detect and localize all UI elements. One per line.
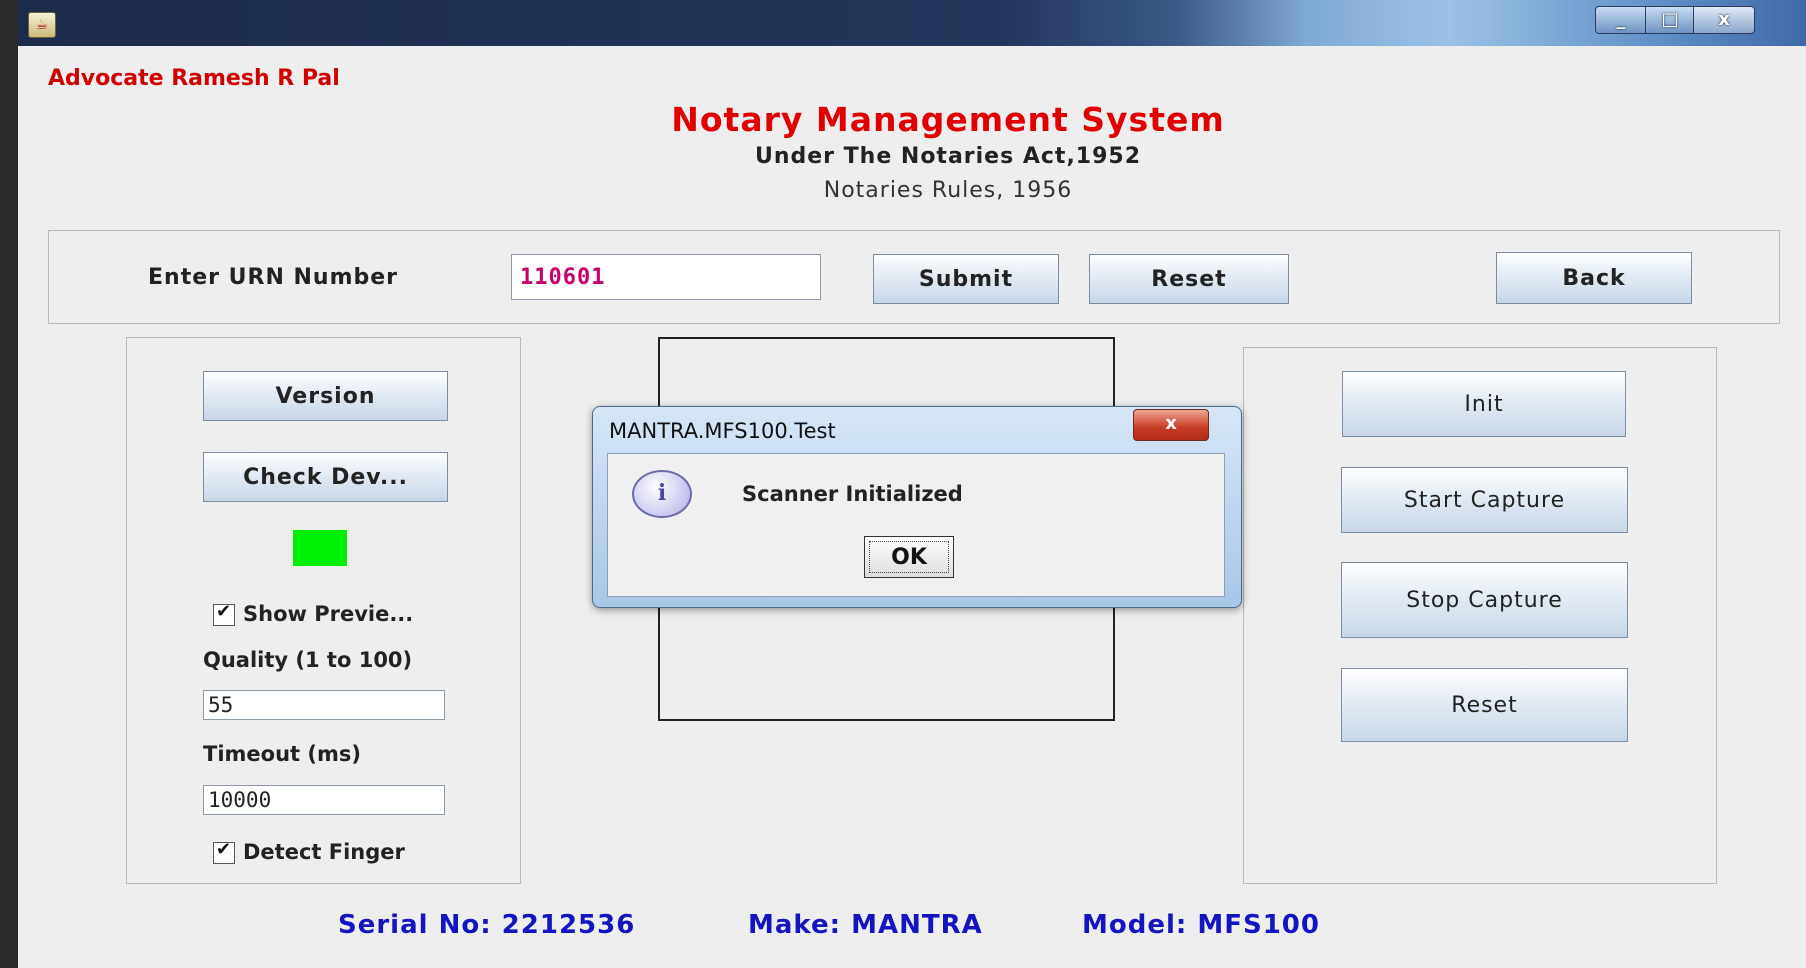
back-button[interactable]: Back [1496,252,1692,304]
stop-capture-button[interactable]: Stop Capture [1341,562,1628,638]
maximize-button[interactable]: □ [1645,6,1695,34]
info-icon: i [632,470,692,518]
timeout-input[interactable] [203,785,445,815]
capture-reset-button[interactable]: Reset [1341,668,1628,742]
check-device-button[interactable]: Check Dev... [203,452,448,502]
urn-input[interactable] [511,254,821,300]
version-button[interactable]: Version [203,371,448,421]
java-app-icon: ☕ [28,12,56,38]
minimize-button[interactable]: _ [1595,6,1647,34]
init-button[interactable]: Init [1342,371,1626,437]
window-close-button[interactable]: x [1693,6,1755,34]
serial-number: Serial No: 2212536 [338,910,636,940]
dialog-close-button[interactable]: x [1133,409,1209,441]
dialog-body: i Scanner Initialized OK [607,453,1225,597]
rules-caption: Notaries Rules, 1956 [823,178,1073,203]
message-dialog: MANTRA.MFS100.Test x i Scanner Initializ… [592,406,1242,608]
maximize-icon: □ [1661,9,1679,30]
timeout-label: Timeout (ms) [203,742,361,766]
checkbox-box: ✔ [213,839,235,864]
show-preview-checkbox[interactable]: ✔ Show Previe... [213,601,414,626]
show-preview-label: Show Previe... [243,602,414,626]
dialog-title: MANTRA.MFS100.Test [609,419,836,443]
checkbox-box: ✔ [213,601,235,626]
close-icon: x [1718,9,1730,30]
submit-button[interactable]: Submit [873,254,1059,304]
detect-finger-label: Detect Finger [243,840,405,864]
urn-reset-button[interactable]: Reset [1089,254,1289,304]
checkmark-icon: ✔ [216,601,232,622]
quality-input[interactable] [203,690,445,720]
page-title: Notary Management System [671,100,1225,139]
app-window: ☕ _ □ x Advocate Ramesh R Pal Notary Man… [18,0,1806,968]
urn-label: Enter URN Number [148,265,399,290]
page-subtitle: Under The Notaries Act,1952 [754,144,1142,169]
checkmark-icon: ✔ [216,839,232,860]
device-model: Model: MFS100 [1082,910,1320,940]
device-make: Make: MANTRA [748,910,983,940]
start-capture-button[interactable]: Start Capture [1341,467,1628,533]
quality-label: Quality (1 to 100) [203,648,413,672]
device-status-indicator [293,530,347,566]
detect-finger-checkbox[interactable]: ✔ Detect Finger [213,839,405,864]
ok-button[interactable]: OK [864,536,954,578]
dialog-message: Scanner Initialized [742,482,963,506]
minimize-icon: _ [1616,9,1626,30]
title-bar: ☕ _ □ x [18,0,1806,46]
advocate-name: Advocate Ramesh R Pal [48,66,340,91]
